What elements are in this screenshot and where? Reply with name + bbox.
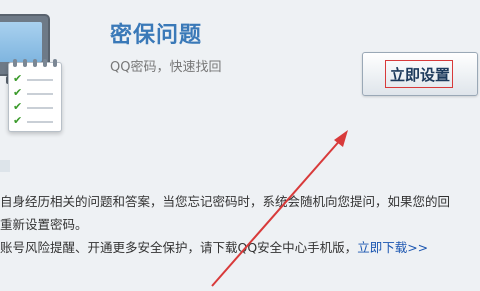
annotation-arrow-icon (211, 130, 348, 287)
security-question-panel: ✔ ✔ ✔ ✔ 密保问题 QQ密码，快速找回 立即设置 自身经历相关的问题和答案… (0, 0, 480, 291)
